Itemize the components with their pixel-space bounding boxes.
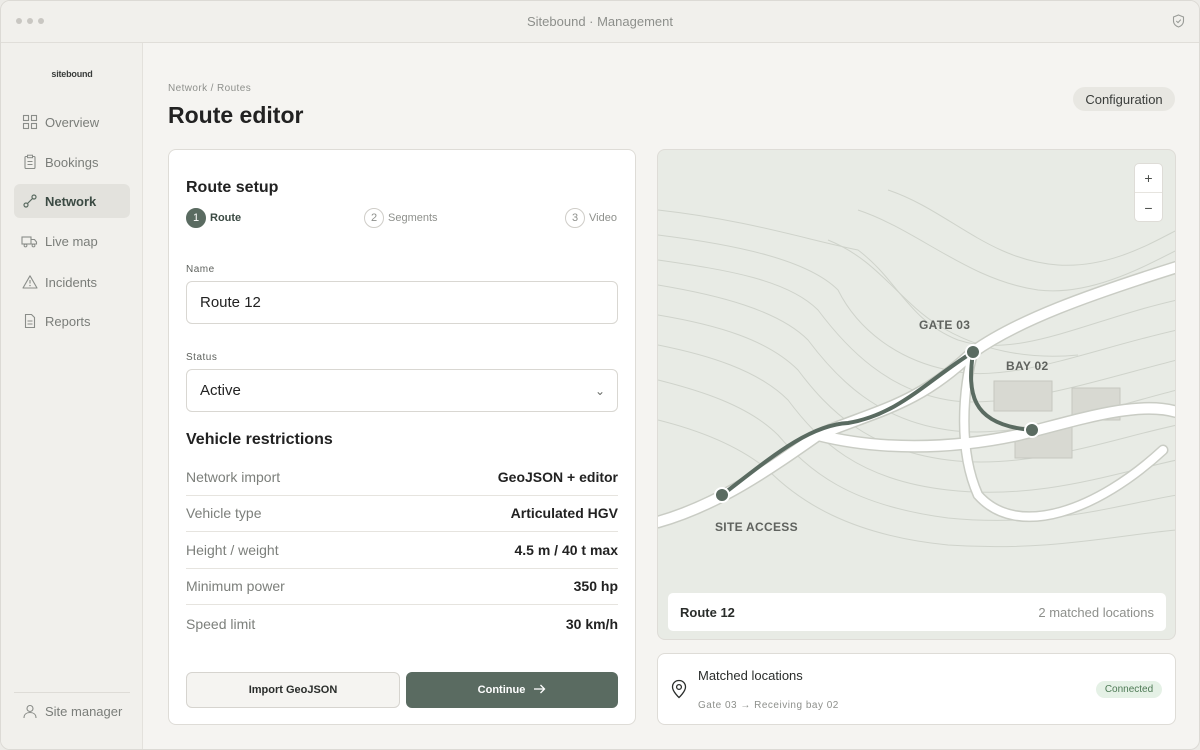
map-label-bay: BAY 02 [1006,359,1049,373]
zoom-in-button[interactable]: + [1135,164,1162,193]
sidebar-item-label: Overview [45,114,100,130]
restriction-value: 30 km/h [565,615,618,632]
status-value: Active [200,382,241,399]
map-match-count: 2 matched locations [1038,604,1154,620]
restriction-value: 350 hp [573,578,618,594]
continue-button[interactable]: Continue [406,672,618,708]
sidebar-item-overview[interactable]: Overview [14,105,130,139]
sidebar-item-live-map[interactable]: Live map [14,224,130,258]
logo: sitebound [51,69,93,79]
restriction-row: Speed limit 30 km/h [186,605,618,642]
restriction-key: Speed limit [186,615,256,632]
document-icon [21,313,38,330]
title-bar: Sitebound · Management [1,1,1199,43]
step-video[interactable]: 3 Video [565,208,617,228]
route-icon [21,193,38,210]
warning-icon [21,274,38,291]
matched-locations-card[interactable]: Matched locations Gate 03 → Receiving ba… [657,653,1176,725]
sidebar-item-label: Network [45,193,97,209]
configuration-button[interactable]: Configuration [1073,87,1175,111]
name-label: Name [186,264,215,275]
user-menu[interactable]: Site manager [14,699,130,723]
sidebar-item-network[interactable]: Network [14,184,130,218]
restriction-value: Articulated HGV [510,505,618,521]
shield-check-icon [1172,14,1185,33]
sidebar-item-label: Reports [45,313,91,329]
chevron-down-icon: ⌄ [594,384,605,398]
continue-label: Continue [477,684,526,696]
zoom-out-button[interactable]: − [1135,193,1162,222]
restriction-value: 4.5 m / 40 t max [514,542,618,558]
user-icon [21,703,38,720]
locations-subtitle: Gate 03 → Receiving bay 02 [698,700,839,711]
restriction-key: Vehicle type [186,505,262,521]
map-label-gate: GATE 03 [919,318,971,332]
step-label: Segments [388,212,438,224]
clipboard-icon [21,154,38,171]
sidebar-divider [14,692,130,693]
step-number: 3 [565,208,585,228]
sidebar-item-incidents[interactable]: Incidents [14,265,130,299]
map-route-name: Route 12 [680,604,735,620]
sidebar-item-label: Live map [45,233,98,249]
map-footer: Route 12 2 matched locations [668,593,1166,631]
status-label: Status [186,352,218,363]
zoom-controls: + − [1134,163,1163,222]
arrow-right-icon [533,684,546,697]
sidebar-item-label: Bookings [45,154,99,170]
grid-icon [21,114,38,131]
status-select[interactable]: Active ⌄ [186,369,618,412]
restriction-key: Height / weight [186,542,279,558]
window-title: Sitebound · Management [527,14,673,29]
card-title: Route setup [186,179,279,196]
step-number: 2 [364,208,384,228]
sidebar-item-bookings[interactable]: Bookings [14,145,130,179]
breadcrumb: Network / Routes [168,83,252,94]
step-segments[interactable]: 2 Segments [364,208,438,228]
user-name: Site manager [45,703,123,719]
step-number: 1 [186,208,206,228]
restriction-key: Network import [186,469,281,485]
restriction-row: Vehicle type Articulated HGV [186,495,618,532]
restriction-row: Minimum power 350 hp [186,568,618,605]
step-label: Route [210,212,242,224]
route-setup-card: Route setup 1 Route 2 Segments 3 Video N… [168,149,636,725]
truck-icon [21,233,38,250]
restriction-row: Height / weight 4.5 m / 40 t max [186,532,618,569]
sidebar-item-reports[interactable]: Reports [14,304,130,338]
step-label: Video [589,212,617,224]
restrictions-title: Vehicle restrictions [186,431,333,448]
sidebar: sitebound Overview Bookings Network Live… [1,43,143,749]
route-map[interactable]: + − GATE 03 BAY 02 SITE ACCESS Route 12 … [657,149,1176,640]
location-pin-icon [670,679,688,704]
locations-title: Matched locations [698,668,803,683]
sidebar-item-label: Incidents [45,274,98,290]
restriction-key: Minimum power [186,578,285,594]
page-title: Route editor [168,102,304,128]
map-label-site-access: SITE ACCESS [715,520,798,534]
name-value: Route 12 [200,294,261,311]
restriction-value: GeoJSON + editor [497,469,618,485]
step-route[interactable]: 1 Route [186,208,241,228]
name-field[interactable]: Route 12 [186,281,618,324]
import-geojson-button[interactable]: Import GeoJSON [186,672,400,708]
status-badge: Connected [1096,681,1162,698]
map-canvas [658,189,1175,548]
app-window: Sitebound · Management sitebound Overvie… [0,0,1200,750]
restriction-row: Network import GeoJSON + editor [186,459,618,496]
